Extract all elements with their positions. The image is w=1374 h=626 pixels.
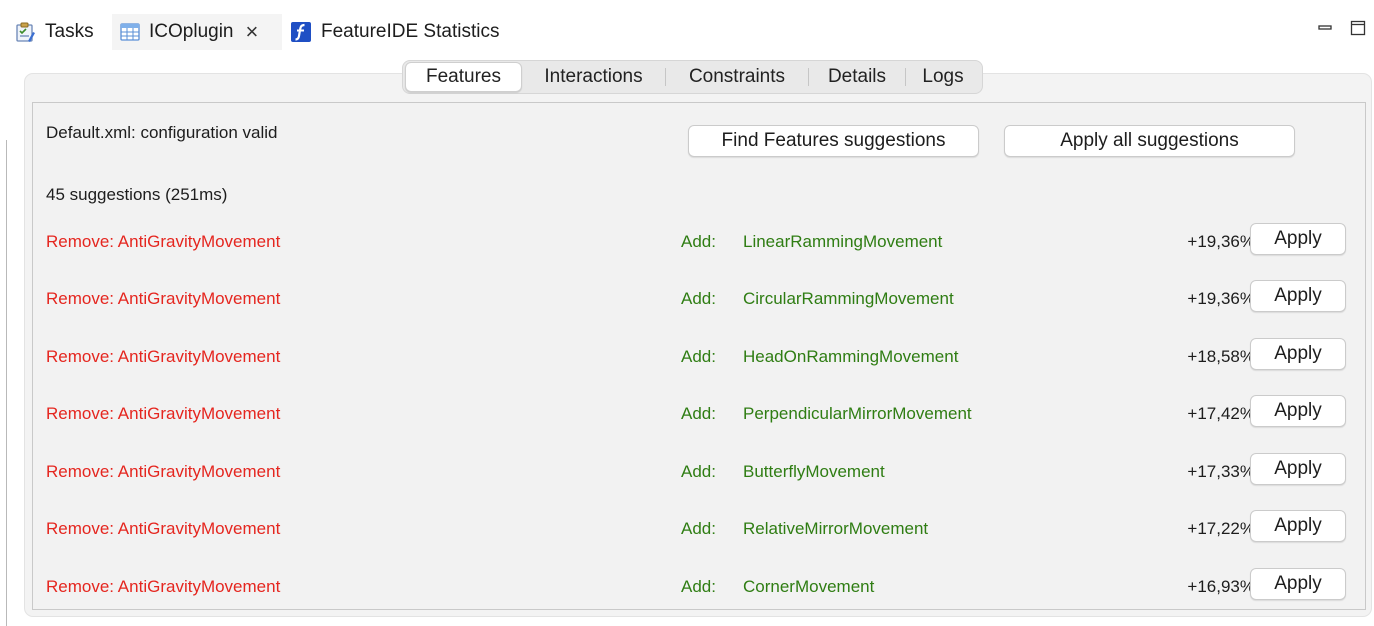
- remove-feature: Remove: AntiGravityMovement: [46, 577, 281, 596]
- remove-feature: Remove: AntiGravityMovement: [46, 462, 281, 481]
- improvement-percent: +16,93%: [1187, 577, 1255, 596]
- apply-button[interactable]: Apply: [1250, 395, 1346, 427]
- suggestion-row: Remove: AntiGravityMovement Add: HeadOnR…: [33, 338, 1365, 378]
- add-feature: CircularRammingMovement: [743, 289, 954, 308]
- improvement-percent: +19,36%: [1187, 232, 1255, 251]
- suggestion-row: Remove: AntiGravityMovement Add: Circula…: [33, 280, 1365, 320]
- tab-logs[interactable]: Logs: [906, 62, 980, 92]
- tab-details-label: Details: [827, 66, 887, 87]
- apply-button[interactable]: Apply: [1250, 223, 1346, 255]
- tab-featureide-statistics-label: FeatureIDE Statistics: [321, 21, 500, 42]
- tab-features-label: Features: [426, 66, 501, 87]
- tab-tasks-label: Tasks: [45, 21, 94, 42]
- add-feature: PerpendicularMirrorMovement: [743, 404, 972, 423]
- tab-constraints-label: Constraints: [688, 66, 786, 87]
- suggestion-row: Remove: AntiGravityMovement Add: Relativ…: [33, 510, 1365, 550]
- tasks-icon: [14, 21, 36, 43]
- tab-featureide-statistics[interactable]: FeatureIDE Statistics: [290, 14, 499, 50]
- apply-button[interactable]: Apply: [1250, 280, 1346, 312]
- maximize-icon[interactable]: [1350, 20, 1366, 41]
- suggestion-row: Remove: AntiGravityMovement Add: CornerM…: [33, 568, 1365, 608]
- improvement-percent: +18,58%: [1187, 347, 1255, 366]
- add-label: Add:: [681, 347, 716, 366]
- tab-logs-label: Logs: [922, 66, 964, 87]
- add-feature: ButterflyMovement: [743, 462, 885, 481]
- find-features-suggestions-button[interactable]: Find Features suggestions: [688, 125, 979, 157]
- improvement-percent: +17,22%: [1187, 519, 1255, 538]
- apply-button[interactable]: Apply: [1250, 568, 1346, 600]
- apply-all-suggestions-button[interactable]: Apply all suggestions: [1004, 125, 1295, 157]
- tab-icoplugin[interactable]: ICOplugin ×: [112, 14, 282, 50]
- tab-icoplugin-label: ICOplugin: [149, 21, 234, 42]
- tab-interactions[interactable]: Interactions: [522, 62, 665, 92]
- add-feature: CornerMovement: [743, 577, 875, 596]
- add-label: Add:: [681, 232, 716, 251]
- remove-feature: Remove: AntiGravityMovement: [46, 519, 281, 538]
- tab-details[interactable]: Details: [809, 62, 905, 92]
- view-tab-bar: Tasks ICOplugin × FeatureIDE Statistics: [0, 8, 1374, 54]
- suggestion-row: Remove: AntiGravityMovement Add: LinearR…: [33, 223, 1365, 263]
- add-label: Add:: [681, 519, 716, 538]
- add-feature: RelativeMirrorMovement: [743, 519, 929, 538]
- apply-button[interactable]: Apply: [1250, 453, 1346, 485]
- add-label: Add:: [681, 289, 716, 308]
- remove-feature: Remove: AntiGravityMovement: [46, 232, 281, 251]
- improvement-percent: +17,33%: [1187, 462, 1255, 481]
- tab-constraints[interactable]: Constraints: [666, 62, 808, 92]
- features-content-area: Default.xml: configuration valid Find Fe…: [32, 102, 1366, 610]
- grid-view-icon: [120, 23, 140, 41]
- section-segmented-control: Features Interactions Constraints Detail…: [402, 60, 983, 94]
- suggestion-row: Remove: AntiGravityMovement Add: Butterf…: [33, 453, 1365, 493]
- add-label: Add:: [681, 462, 716, 481]
- close-icon[interactable]: ×: [246, 21, 259, 43]
- tab-interactions-label: Interactions: [544, 66, 643, 87]
- tab-tasks[interactable]: Tasks: [14, 14, 94, 50]
- apply-button[interactable]: Apply: [1250, 338, 1346, 370]
- apply-button[interactable]: Apply: [1250, 510, 1346, 542]
- featureide-icon: [290, 21, 312, 43]
- suggestion-row: Remove: AntiGravityMovement Add: Perpend…: [33, 395, 1365, 435]
- remove-feature: Remove: AntiGravityMovement: [46, 347, 281, 366]
- suggestions-count: 45 suggestions (251ms): [46, 185, 228, 204]
- improvement-percent: +17,42%: [1187, 404, 1255, 423]
- add-label: Add:: [681, 577, 716, 596]
- minimize-icon[interactable]: [1318, 20, 1332, 38]
- add-feature: LinearRammingMovement: [743, 232, 943, 251]
- remove-feature: Remove: AntiGravityMovement: [46, 289, 281, 308]
- remove-feature: Remove: AntiGravityMovement: [46, 404, 281, 423]
- add-feature: HeadOnRammingMovement: [743, 347, 959, 366]
- add-label: Add:: [681, 404, 716, 423]
- editor-divider: [6, 140, 7, 626]
- tab-features[interactable]: Features: [405, 62, 522, 92]
- improvement-percent: +19,36%: [1187, 289, 1255, 308]
- configuration-status: Default.xml: configuration valid: [46, 123, 278, 142]
